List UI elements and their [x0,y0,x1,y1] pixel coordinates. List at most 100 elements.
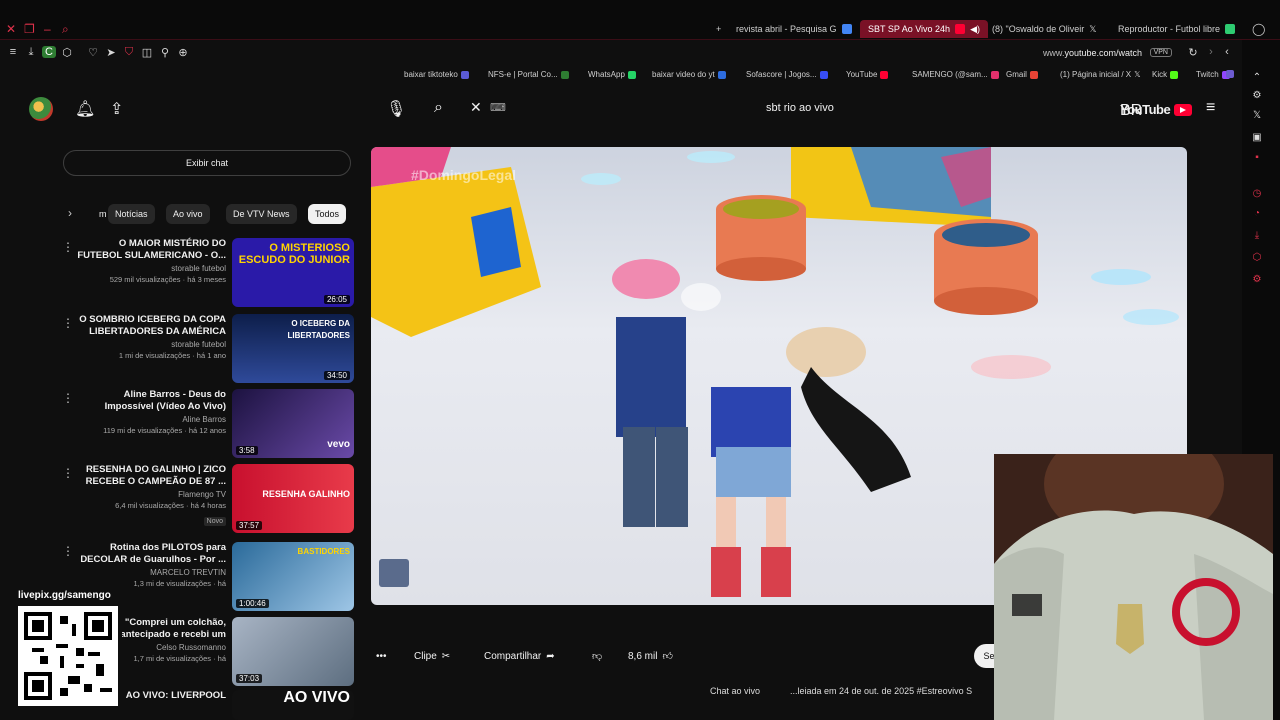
video-title[interactable]: O MAIOR MISTÉRIO DO FUTEBOL SULAMERICANO… [76,238,226,262]
video-title[interactable]: RESENHA DO GALINHO | ZICO RECEBE O CAMPE… [76,464,226,488]
cube-icon[interactable]: ◫ [140,46,154,59]
camera-icon[interactable]: ⬡ [60,46,74,59]
search-tabs-icon[interactable]: ⌕ [62,22,69,37]
more-options-icon[interactable]: ⋮ [62,240,74,254]
back-icon[interactable]: ‹ [1220,46,1234,58]
video-duration: 37:03 [236,674,263,683]
bookmark-x[interactable]: (1) Página inicial / X𝕏 [1060,70,1141,79]
history-icon[interactable]: ◷ [1250,188,1264,202]
restore-window-icon[interactable]: ❐ [24,22,35,36]
keyboard-icon[interactable]: ⌨ [490,101,506,114]
create-upload-icon[interactable]: ⇪ [110,99,123,119]
show-chat-button[interactable]: Exibir chat [63,150,351,176]
search-icon[interactable]: ⌕ [434,99,443,117]
video-thumbnail[interactable]: RESENHA GALINHO 37:57 [232,464,354,533]
minimize-window-icon[interactable]: – [44,22,51,36]
clear-search-icon[interactable]: ✕ [470,99,482,116]
video-thumbnail[interactable]: BASTIDORES 1:00:46 [232,542,354,611]
video-title[interactable]: Aline Barros - Deus do Impossível (Vídeo… [76,389,226,413]
voice-search-icon[interactable]: 🎙︎ [386,99,406,119]
vpn-badge[interactable]: VPN [1149,48,1172,57]
list-item[interactable]: ⋮ O MAIOR MISTÉRIO DO FUTEBOL SULAMERICA… [62,238,354,308]
bookmark-twitch[interactable]: Twitch [1196,70,1230,79]
settings-sidebar-icon[interactable]: ⚙ [1250,274,1264,288]
close-window-icon[interactable]: ✕ [6,22,16,36]
more-options-icon[interactable]: ⋮ [62,466,74,480]
send-icon[interactable]: ➤ [104,46,118,59]
extension-c-icon[interactable]: C [42,46,56,58]
list-item[interactable]: ⋮ O SOMBRIO ICEBERG DA COPA LIBERTADORES… [62,314,354,384]
notifications-bell-icon[interactable]: 🔔︎ [75,99,95,119]
bookmark-nfse[interactable]: NFS-e | Portal Co... [488,70,569,79]
video-channel[interactable]: Aline Barros [76,415,226,424]
share-button[interactable]: Compartilhar ➦ [484,644,555,668]
bookmark-baixar-video[interactable]: baixar video do yt [652,70,726,79]
search-input[interactable]: sbt rio ao vivo [766,102,834,114]
chevron-right-icon[interactable]: › [68,206,72,220]
bookmark-youtube[interactable]: YouTube [846,70,889,79]
pin-icon[interactable]: ⚲ [158,46,172,59]
video-thumbnail[interactable]: AO VIVO [232,690,354,720]
show-chat-label: Exibir chat [185,158,229,168]
expand-icon[interactable]: ⌃ [1250,72,1264,86]
country-code: BR [1120,102,1143,119]
like-button[interactable]: 8,6 mil 👍︎ [628,644,673,668]
bookmark-sofascore[interactable]: Sofascore | Jogos... [746,70,828,79]
bookmark-gmail[interactable]: Gmail [1006,70,1038,79]
menu-icon[interactable]: ≡ [6,46,20,58]
heart-icon[interactable]: ♡ [86,46,100,59]
video-title[interactable]: Rotina dos PILOTOS para DECOLAR de Guaru… [76,542,226,566]
clock-icon[interactable]: ◔ [1250,208,1264,222]
video-thumbnail[interactable]: 37:03 [232,617,354,686]
more-options-icon[interactable]: ⋮ [62,316,74,330]
video-channel[interactable]: Flamengo TV [76,490,226,499]
clip-button[interactable]: Clipe ✂ [414,644,450,668]
address-bar[interactable]: www.youtube.com/watch [1043,48,1142,58]
bookmark-tiktok[interactable]: baixar tiktoteko [404,70,469,79]
more-options-icon[interactable]: ⋮ [62,391,74,405]
avatar[interactable] [29,97,53,121]
zoom-icon[interactable]: ⊕ [176,46,190,59]
audio-playing-icon[interactable]: ◀) [970,24,980,35]
reload-icon[interactable]: ↻ [1186,46,1200,59]
sidebar-app-icon[interactable]: ▣ [1250,132,1264,146]
settings-icon[interactable]: ⚙ [1250,90,1264,104]
tab-oswaldo[interactable]: (8) "Oswaldo de Oliveir 𝕏 [992,20,1097,38]
bookmark-kick[interactable]: Kick [1152,70,1179,79]
bookmark-folder[interactable] [1226,70,1234,78]
list-item[interactable]: ⋮ RESENHA DO GALINHO | ZICO RECEBE O CAM… [62,464,354,534]
shield-icon[interactable]: ⛉ [122,46,136,59]
bookmark-label: (1) Página inicial / X [1060,70,1132,79]
chip-de-vtv-news[interactable]: De VTV News [226,204,297,224]
tab-futbol-libre[interactable]: Reproductor - Futbol libre [1118,20,1236,38]
list-item[interactable]: ⋮ Aline Barros - Deus do Impossível (Víd… [62,389,354,459]
more-actions-button[interactable]: ••• [376,644,387,668]
new-tab-button[interactable]: + [716,20,721,38]
chip-ao-vivo[interactable]: Ao vivo [166,204,210,224]
download-icon[interactable]: ⤓ [24,46,38,59]
cube-sidebar-icon[interactable]: ⬡ [1250,252,1264,266]
video-channel[interactable]: storable futebol [76,264,226,273]
video-channel[interactable]: MARCELO TREVTIN [76,568,226,577]
forward-icon[interactable]: › [1204,46,1218,58]
chip-noticias[interactable]: Notícias [108,204,155,224]
video-thumbnail[interactable]: O ICEBERG DA LIBERTADORES 34:50 [232,314,354,383]
video-thumbnail[interactable]: O MISTERIOSO ESCUDO DO JUNIOR 26:05 [232,238,354,307]
video-thumbnail[interactable]: vevo 3:58 [232,389,354,458]
video-channel[interactable]: storable futebol [76,340,226,349]
video-title[interactable]: O SOMBRIO ICEBERG DA COPA LIBERTADORES D… [76,314,226,338]
x-sidebar-icon[interactable]: 𝕏 [1250,110,1264,124]
twitch-sidebar-icon[interactable]: ▪ [1250,152,1264,166]
bookmark-whatsapp[interactable]: WhatsApp [588,70,636,79]
live-chat-label[interactable]: Chat ao vivo [710,686,760,704]
dislike-button[interactable]: 👎︎ [592,644,602,668]
more-options-icon[interactable]: ⋮ [62,544,74,558]
tab-menu-icon[interactable]: ◯ [1252,22,1265,36]
tab-revista-abril[interactable]: revista abril - Pesquisa G [736,20,852,38]
download-sidebar-icon[interactable]: ⤓ [1250,230,1264,244]
chip-todos[interactable]: Todos [308,204,347,224]
tab-sbt-sp-ao-vivo[interactable]: SBT SP Ao Vivo 24h ◀) [860,20,988,38]
futbol-libre-icon [1225,24,1236,34]
hamburger-menu-icon[interactable]: ≡ [1206,99,1215,117]
bookmark-instagram[interactable]: SAMENGO (@sam... [912,70,999,79]
